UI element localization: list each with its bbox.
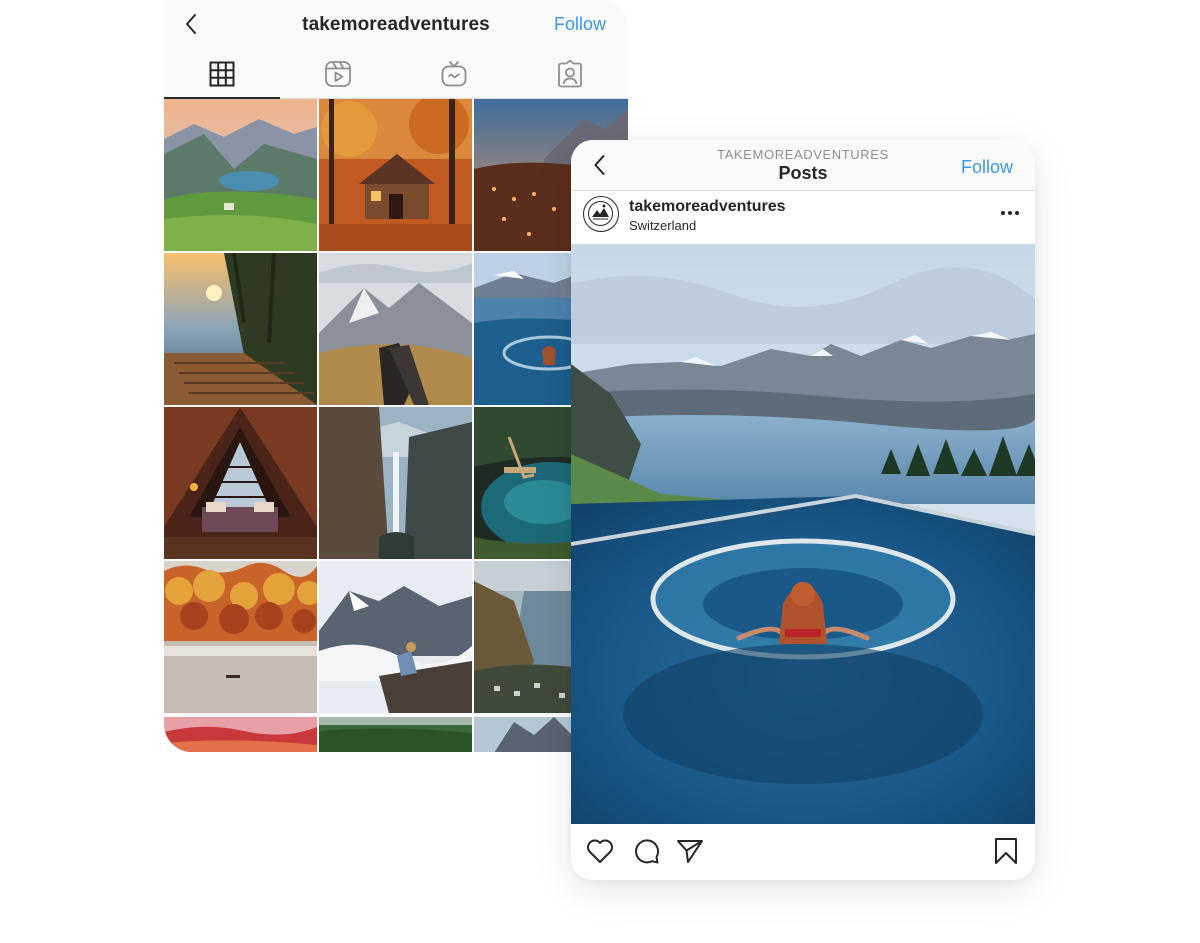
grid-thumbnail[interactable] [319,561,472,713]
post-author-row: takemoreadventures Switzerland [571,191,1035,244]
post-location[interactable]: Switzerland [629,218,696,233]
share-button[interactable] [675,836,705,866]
comment-button[interactable] [631,836,661,866]
grid-thumbnail[interactable] [319,717,472,752]
grid-thumbnail[interactable] [319,99,472,251]
grid-thumbnail[interactable] [164,253,317,405]
post-detail-screen: TAKEMOREADVENTURES Posts Follow takemore… [571,140,1035,880]
post-username[interactable]: takemoreadventures [629,198,786,216]
tab-tagged[interactable] [512,50,628,98]
share-icon [677,840,703,863]
reels-icon [325,61,351,87]
more-icon [1001,211,1019,215]
photo-grid [164,99,628,713]
bookmark-icon [995,838,1017,864]
photo-grid-partial-row [164,717,628,752]
avatar[interactable] [583,196,619,232]
grid-thumbnail[interactable] [164,407,317,559]
grid-icon [209,61,235,87]
tagged-icon [558,60,582,88]
follow-button[interactable]: Follow [961,157,1013,178]
grid-thumbnail[interactable] [164,561,317,713]
post-header: TAKEMOREADVENTURES Posts Follow [571,140,1035,191]
profile-grid-screen: takemoreadventures Follow [164,0,628,752]
tab-igtv[interactable] [396,50,512,98]
more-options-button[interactable] [999,205,1021,221]
grid-thumbnail[interactable] [319,253,472,405]
igtv-icon [441,61,467,87]
heart-icon [587,839,613,863]
profile-header: takemoreadventures Follow [164,0,628,50]
comment-icon [635,839,660,864]
grid-thumbnail[interactable] [164,99,317,251]
grid-thumbnail[interactable] [319,407,472,559]
like-button[interactable] [585,836,615,866]
grid-thumbnail[interactable] [164,717,317,752]
tab-reels[interactable] [280,50,396,98]
follow-button[interactable]: Follow [554,14,606,35]
tab-grid[interactable] [164,50,280,99]
profile-tabs [164,50,628,99]
post-actions-bar [571,824,1035,880]
brand-logo-icon [584,197,617,230]
save-button[interactable] [991,836,1021,866]
post-photo[interactable] [571,244,1035,824]
